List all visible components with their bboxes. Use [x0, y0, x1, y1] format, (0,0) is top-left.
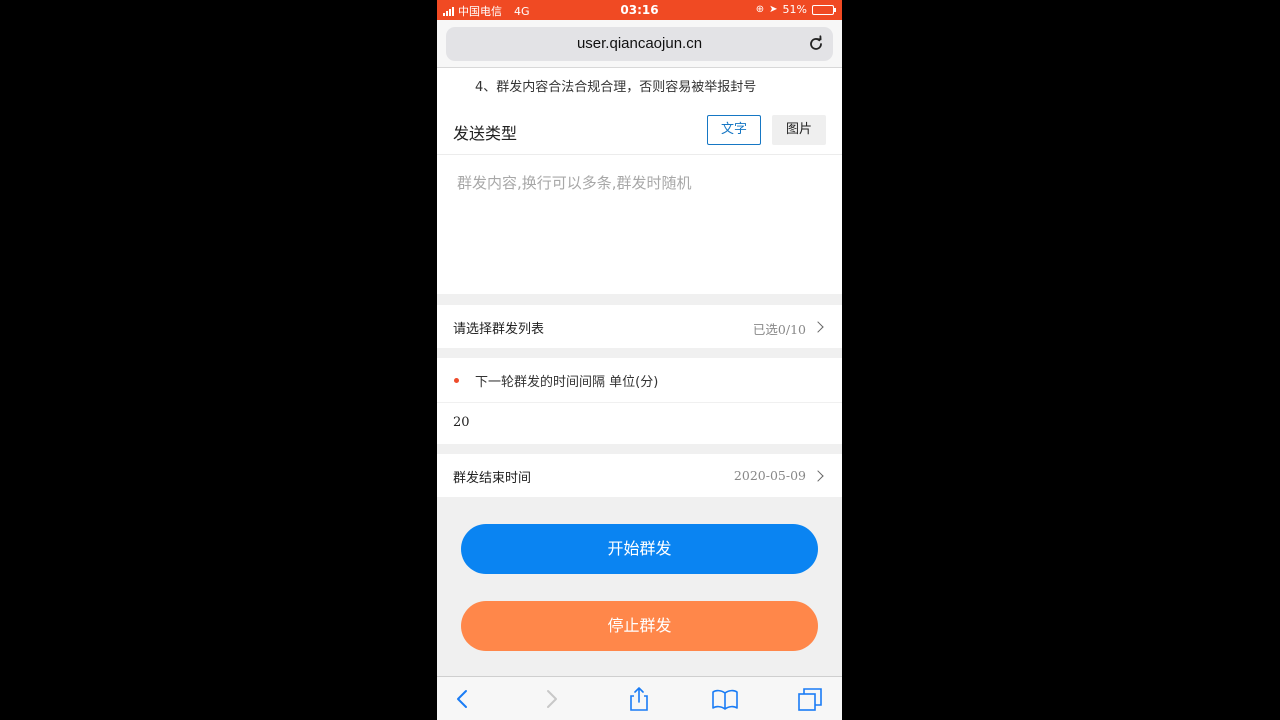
browser-toolbar [437, 676, 842, 720]
forward-icon[interactable] [537, 685, 565, 713]
notice-row: 4、群发内容合法合规合理，否则容易被举报封号 [437, 68, 842, 102]
status-bar: 中国电信 4G 03:16 ⊕ ➤ 51% [437, 0, 842, 20]
send-type-section: 发送类型 文字 图片 群发内容,换行可以多条,群发时随机 [437, 102, 842, 294]
chevron-right-icon [812, 321, 824, 333]
page-content: 4、群发内容合法合规合理，否则容易被举报封号 发送类型 文字 图片 群发内容,换… [437, 68, 842, 676]
end-time-label: 群发结束时间 [453, 471, 532, 486]
interval-input[interactable]: 20 [453, 415, 470, 430]
reload-icon[interactable] [807, 35, 825, 53]
share-icon[interactable] [625, 685, 653, 713]
group-list-label: 请选择群发列表 [453, 322, 545, 337]
type-image-button[interactable]: 图片 [772, 115, 826, 145]
address-bar[interactable]: user.qiancaojun.cn [446, 27, 833, 61]
orientation-lock-icon: ⊕ [755, 4, 765, 15]
battery-icon [812, 4, 836, 15]
battery-percent: 51% [782, 3, 807, 16]
bookmarks-icon[interactable] [711, 685, 739, 713]
phone-screen: 中国电信 4G 03:16 ⊕ ➤ 51% user.qiancaojun.cn… [437, 0, 842, 720]
group-list-row[interactable]: 请选择群发列表 已选0/10 [437, 305, 842, 348]
group-list-value: 已选0/10 [752, 322, 806, 337]
notice-text: 4、群发内容合法合规合理，否则容易被举报封号 [475, 80, 757, 95]
content-textarea[interactable]: 群发内容,换行可以多条,群发时随机 [437, 155, 842, 294]
required-dot-icon [454, 378, 459, 383]
back-icon[interactable] [449, 685, 477, 713]
stop-broadcast-button[interactable]: 停止群发 [461, 601, 818, 651]
start-broadcast-button[interactable]: 开始群发 [461, 524, 818, 574]
interval-label: 下一轮群发的时间间隔 单位(分) [475, 375, 659, 390]
status-right: ⊕ ➤ 51% [755, 3, 836, 16]
interval-input-row[interactable]: 20 [437, 403, 842, 444]
send-type-title: 发送类型 [453, 124, 518, 143]
type-text-button[interactable]: 文字 [707, 115, 761, 145]
interval-label-row: 下一轮群发的时间间隔 单位(分) [437, 358, 842, 402]
chevron-right-icon [812, 470, 824, 482]
content-placeholder: 群发内容,换行可以多条,群发时随机 [457, 174, 692, 192]
location-icon: ➤ [769, 4, 778, 15]
end-time-value: 2020-05-09 [733, 468, 806, 483]
end-time-row[interactable]: 群发结束时间 2020-05-09 [437, 454, 842, 497]
url-text[interactable]: user.qiancaojun.cn [446, 35, 833, 52]
tabs-icon[interactable] [796, 685, 824, 713]
browser-address-area: user.qiancaojun.cn [437, 20, 842, 68]
